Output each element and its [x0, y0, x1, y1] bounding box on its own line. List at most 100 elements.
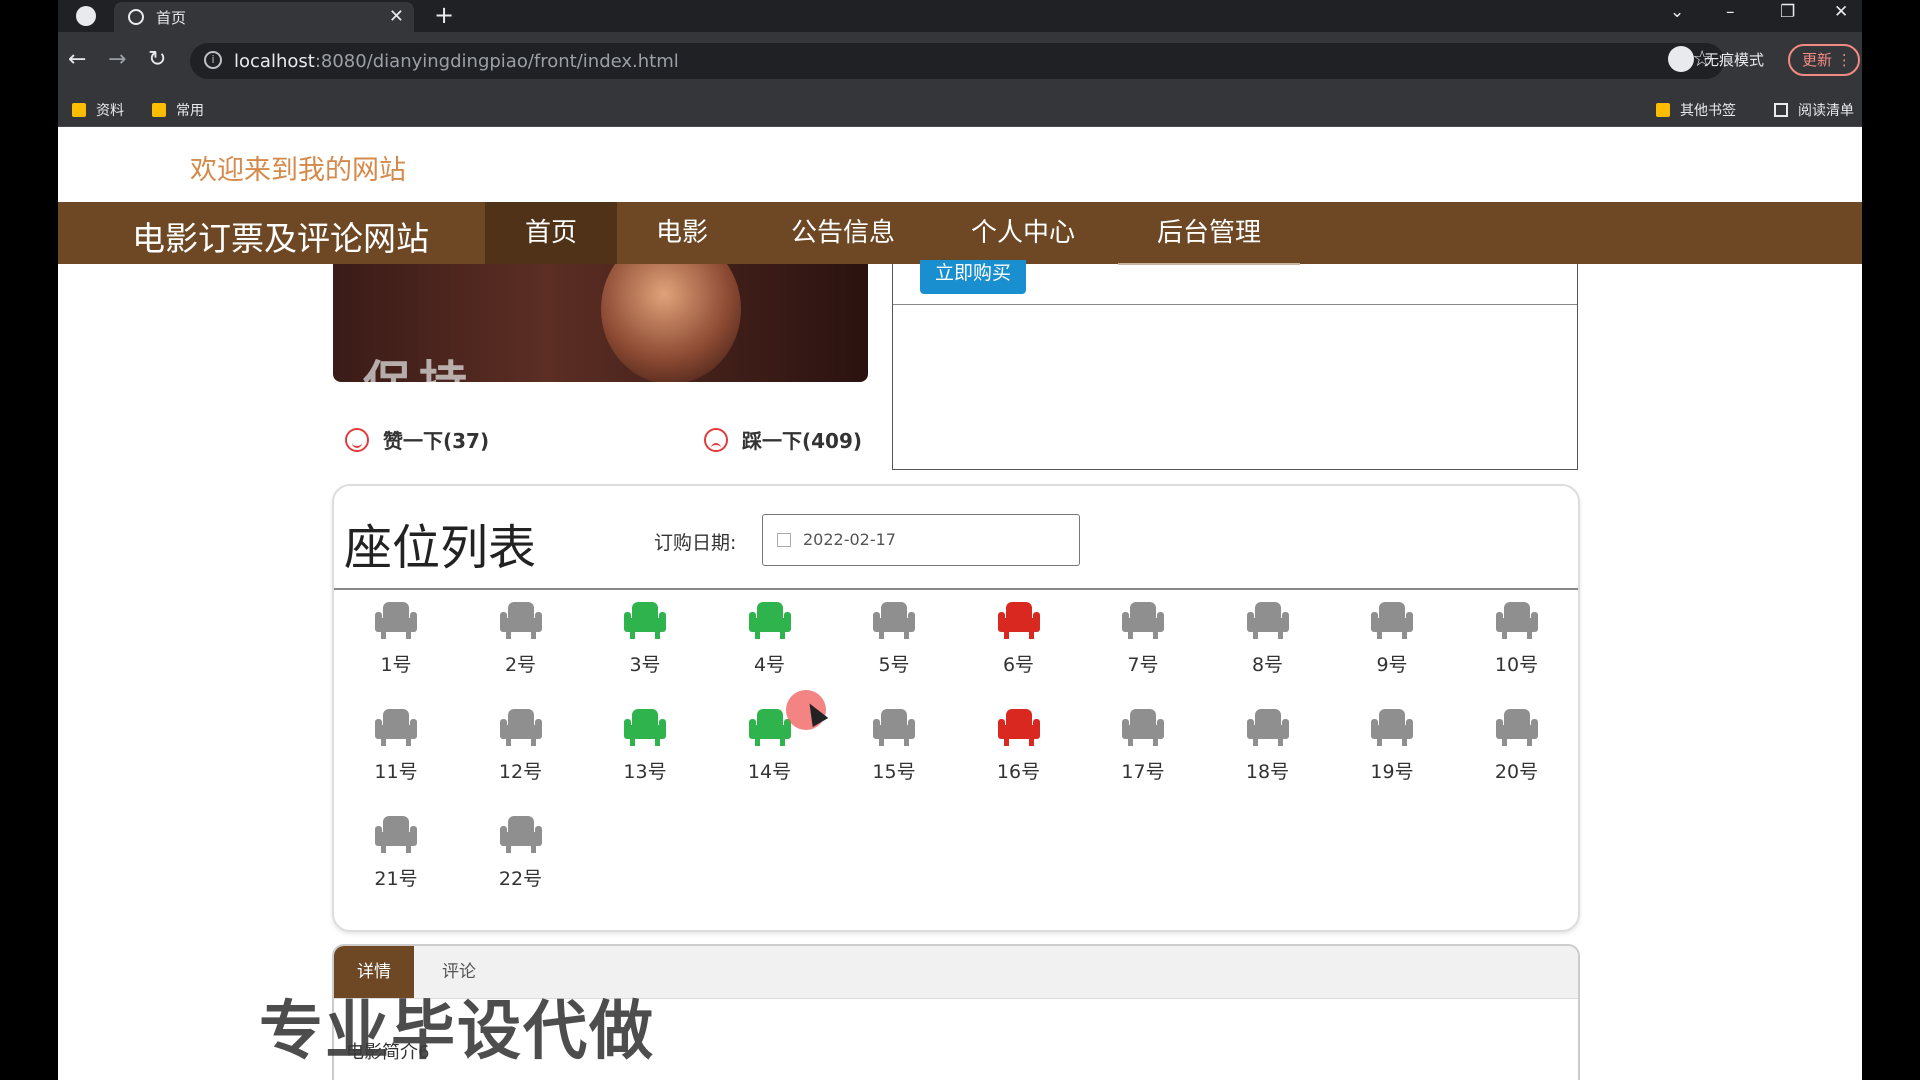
bookmark-folder-other[interactable]: 其他书签: [1656, 100, 1736, 120]
seat-label: 9号: [1376, 654, 1408, 676]
address-bar: ← → ↻ i localhost:8080/dianyingdingpiao/…: [58, 32, 1862, 90]
reading-list[interactable]: 阅读清单: [1774, 100, 1854, 120]
seat-10[interactable]: 10号: [1467, 602, 1567, 677]
seat-16[interactable]: 16号: [969, 709, 1069, 784]
seat-8[interactable]: 8号: [1218, 602, 1318, 677]
browser-menu-icon[interactable]: [76, 6, 96, 26]
url-input[interactable]: i localhost:8080/dianyingdingpiao/front/…: [190, 43, 1724, 79]
main-nav: 电影订票及评论网站 首页 电影 公告信息 个人中心 后台管理: [58, 202, 1862, 265]
seat-icon: [1246, 709, 1289, 747]
seat-label: 13号: [623, 761, 667, 783]
browser-tab[interactable]: 首页 ✕: [114, 2, 414, 32]
seat-7[interactable]: 7号: [1093, 602, 1193, 677]
seat-label: 4号: [753, 654, 786, 676]
dislike-count: 踩一下(409): [742, 429, 863, 453]
seat-21[interactable]: 21号: [346, 816, 446, 891]
minimize-icon[interactable]: –: [1726, 2, 1735, 22]
site-title: 电影订票及评论网站: [132, 219, 429, 258]
seat-label: 17号: [1121, 761, 1165, 783]
seat-17[interactable]: 17号: [1093, 709, 1193, 784]
seat-label: 6号: [1002, 654, 1035, 676]
seat-6[interactable]: 6号: [969, 602, 1069, 677]
back-icon[interactable]: ←: [68, 47, 86, 72]
close-window-icon[interactable]: ✕: [1834, 2, 1848, 22]
seat-12[interactable]: 12号: [471, 709, 571, 784]
seat-20[interactable]: 20号: [1467, 709, 1567, 784]
seat-icon: [499, 602, 542, 640]
seat-icon: [1495, 602, 1538, 640]
seat-list-card: 座位列表 订购日期: 2022-02-17 1号 2号 3号 4号 5号 6号 7号 8号 9号…: [332, 484, 1580, 932]
seat-icon: [748, 602, 791, 640]
nav-admin[interactable]: 后台管理: [1118, 202, 1300, 264]
seat-11[interactable]: 11号: [346, 709, 446, 784]
order-date-input[interactable]: 2022-02-17: [762, 514, 1080, 566]
poster-face: [601, 264, 741, 382]
seat-icon: [1122, 602, 1164, 640]
seat-19[interactable]: 19号: [1342, 709, 1442, 784]
nav-movies[interactable]: 电影: [617, 202, 747, 264]
seat-label: 19号: [1370, 761, 1414, 783]
incognito-indicator[interactable]: 无痕模式: [1668, 41, 1764, 77]
restore-icon[interactable]: ❐: [1780, 2, 1795, 22]
seat-icon: [997, 709, 1040, 747]
frown-icon: [704, 427, 728, 452]
seat-9[interactable]: 9号: [1342, 602, 1442, 677]
reading-list-icon: [1774, 103, 1788, 117]
order-date-value: 2022-02-17: [803, 530, 896, 549]
watermark: 专业毕设代做: [259, 995, 655, 1069]
like-button[interactable]: 赞一下(37): [345, 425, 489, 454]
dislike-button[interactable]: 踩一下(409): [704, 425, 862, 454]
seat-icon: [375, 602, 417, 640]
seat-list-title: 座位列表: [344, 520, 537, 576]
seat-label: 21号: [374, 868, 418, 890]
tab-search-icon[interactable]: ⌄: [1670, 2, 1684, 22]
seat-5[interactable]: 5号: [844, 602, 944, 677]
new-tab-icon[interactable]: +: [434, 1, 454, 29]
bookmark-label: 资料: [96, 103, 124, 119]
calendar-icon: [777, 533, 791, 547]
seat-icon: [997, 602, 1040, 640]
update-button[interactable]: 更新 ⋮: [1788, 44, 1860, 76]
nav-home[interactable]: 首页: [485, 202, 617, 264]
like-count: 赞一下(37): [383, 429, 490, 453]
seat-label: 12号: [498, 761, 543, 783]
tab-title: 首页: [156, 8, 187, 27]
seat-18[interactable]: 18号: [1218, 709, 1318, 784]
poster-art-text: 保持: [363, 344, 475, 382]
bookmark-folder-changyong[interactable]: 常用: [152, 100, 204, 120]
site-info-icon[interactable]: i: [204, 51, 222, 69]
seat-3[interactable]: 3号: [595, 602, 695, 677]
folder-icon: [152, 103, 166, 117]
seat-label: 2号: [504, 654, 537, 676]
seat-label: 16号: [996, 761, 1041, 783]
seat-22[interactable]: 22号: [471, 816, 571, 891]
seat-label: 10号: [1494, 654, 1539, 676]
seat-icon: [1246, 602, 1289, 640]
order-date-label: 订购日期:: [654, 532, 737, 554]
close-tab-icon[interactable]: ✕: [389, 6, 404, 27]
seat-label: 1号: [380, 654, 412, 676]
tab-bar: 首页 ✕ + ⌄ – ❐ ✕: [58, 0, 1862, 32]
nav-profile[interactable]: 个人中心: [938, 202, 1108, 264]
seat-icon: [375, 709, 417, 747]
seat-1[interactable]: 1号: [346, 602, 446, 677]
url-text: localhost:8080/dianyingdingpiao/front/in…: [234, 51, 679, 72]
seat-2[interactable]: 2号: [471, 602, 571, 677]
seat-icon: [499, 816, 542, 854]
incognito-icon: [1668, 46, 1694, 72]
forward-icon[interactable]: →: [108, 47, 126, 72]
seat-4[interactable]: 4号: [720, 602, 820, 677]
reload-icon[interactable]: ↻: [148, 47, 166, 72]
seat-label: 15号: [872, 761, 916, 783]
seat-label: 14号: [747, 761, 792, 783]
seat-13[interactable]: 13号: [595, 709, 695, 784]
seat-icon: [1371, 709, 1413, 747]
seat-label: 7号: [1127, 654, 1159, 676]
bookmark-label: 其他书签: [1680, 103, 1736, 119]
seat-icon: [873, 602, 915, 640]
bookmark-folder-ziliao[interactable]: 资料: [72, 100, 124, 120]
seat-label: 18号: [1245, 761, 1290, 783]
seat-15[interactable]: 15号: [844, 709, 944, 784]
buy-now-button[interactable]: 立即购买: [920, 260, 1026, 294]
nav-notices[interactable]: 公告信息: [758, 202, 928, 264]
